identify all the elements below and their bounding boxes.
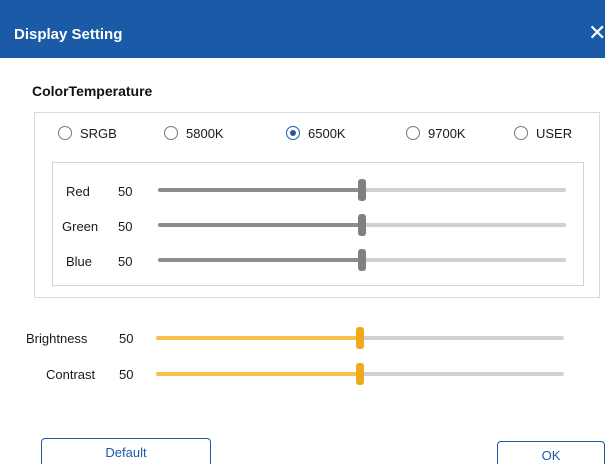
brightness-label: Brightness <box>26 331 88 346</box>
contrast-value: 50 <box>119 367 134 382</box>
blue-label: Blue <box>66 254 93 269</box>
radio-label: USER <box>536 125 573 141</box>
close-icon[interactable]: ✕ <box>588 21 605 45</box>
green-slider[interactable] <box>158 214 566 236</box>
radio-user[interactable]: USER <box>514 124 572 142</box>
green-value: 50 <box>118 219 133 234</box>
radio-label: 9700K <box>428 125 466 141</box>
radio-circle <box>406 126 420 140</box>
red-value: 50 <box>118 184 133 199</box>
brightness-slider-handle[interactable] <box>356 327 364 349</box>
radio-circle <box>286 126 300 140</box>
radio-label: 5800K <box>186 125 224 141</box>
ok-button[interactable]: OK <box>497 441 605 464</box>
radio-5800k[interactable]: 5800K <box>164 124 224 142</box>
green-label: Green <box>62 219 99 234</box>
radio-circle <box>514 126 528 140</box>
green-slider-handle[interactable] <box>358 214 366 236</box>
blue-slider-fill <box>158 258 362 262</box>
radio-srgb[interactable]: SRGB <box>58 124 117 142</box>
brightness-slider-fill <box>156 336 360 340</box>
blue-value: 50 <box>118 254 133 269</box>
radio-label: SRGB <box>80 125 117 141</box>
red-slider-handle[interactable] <box>358 179 366 201</box>
radio-circle <box>58 126 72 140</box>
contrast-slider-fill <box>156 372 360 376</box>
green-slider-fill <box>158 223 362 227</box>
contrast-label: Contrast <box>46 367 96 382</box>
color-temperature-label: ColorTemperature <box>32 83 153 99</box>
radio-circle <box>164 126 178 140</box>
contrast-slider[interactable] <box>156 363 564 385</box>
brightness-value: 50 <box>119 331 134 346</box>
radio-label: 6500K <box>308 125 346 141</box>
blue-slider-handle[interactable] <box>358 249 366 271</box>
blue-slider[interactable] <box>158 249 566 271</box>
red-slider[interactable] <box>158 179 566 201</box>
red-label: Red <box>66 184 90 199</box>
window-title: Display Setting <box>14 26 123 43</box>
radio-6500k[interactable]: 6500K <box>286 124 346 142</box>
radio-9700k[interactable]: 9700K <box>406 124 466 142</box>
title-bar: Display Setting ✕ <box>0 0 605 58</box>
contrast-slider-handle[interactable] <box>356 363 364 385</box>
red-slider-fill <box>158 188 362 192</box>
brightness-slider[interactable] <box>156 327 564 349</box>
default-button[interactable]: Default <box>41 438 211 464</box>
